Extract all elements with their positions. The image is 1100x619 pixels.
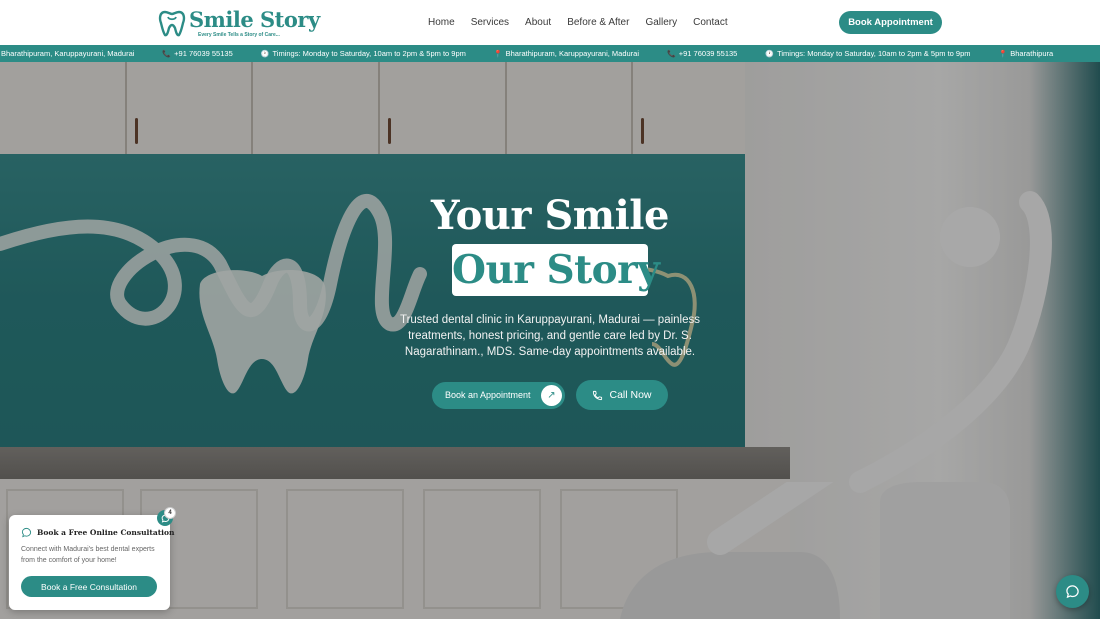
nav-gallery[interactable]: Gallery [645, 17, 677, 28]
popup-title: Book a Free Online Consultation [21, 527, 174, 538]
info-ticker: Bharathipuram, Karuppayurani, Madurai 📞 … [0, 45, 1100, 62]
book-an-appointment-button[interactable]: Book an Appointment ↗ [432, 382, 565, 409]
call-now-label: Call Now [609, 389, 652, 401]
ticker-text: +91 76039 55135 [678, 49, 738, 58]
consultation-popup: Book a Free Online Consultation Connect … [9, 515, 174, 610]
map-pin-icon: 📍 [493, 50, 503, 58]
phone-icon: 📞 [667, 50, 676, 58]
ticker-item-address: Bharathipuram, Karuppayurani, Madurai [1, 49, 134, 58]
phone-icon: 📞 [162, 50, 172, 58]
ticker-item-timings: 🕐 Timings: Monday to Saturday, 10am to 2… [765, 49, 970, 58]
hero-title-line2: Our Story [452, 247, 660, 293]
free-consultation-button[interactable]: Book a Free Consultation [21, 576, 157, 597]
ticker-item-address: 📍 Bharathipuram, Karuppayurani, Madurai [494, 49, 639, 58]
arrow-up-right-icon: ↗ [541, 385, 562, 406]
map-pin-icon: 📍 [998, 50, 1008, 58]
popup-title-text: Book a Free Online Consultation [37, 528, 175, 537]
ticker-text: Bharathipuram, Karuppayurani, Madurai [505, 49, 640, 58]
ticker-text: Timings: Monday to Saturday, 10am to 2pm… [777, 49, 971, 58]
hero-title-highlight: Our Story [452, 244, 660, 296]
hero-subtitle: Trusted dental clinic in Karuppayurani, … [399, 314, 700, 358]
main-nav: Home Services About Before & After Galle… [428, 0, 728, 45]
tooth-logo-icon [158, 10, 186, 37]
book-an-appointment-label: Book an Appointment [445, 390, 531, 400]
ticker-item-address: 📍 Bharathipura [999, 49, 1054, 58]
phone-icon [593, 390, 603, 400]
ticker-text: Bharathipuram, Karuppayurani, Madurai [1, 49, 135, 58]
nav-services[interactable]: Services [471, 17, 509, 28]
ticker-track: Bharathipuram, Karuppayurani, Madurai 📞 … [0, 45, 1081, 62]
book-appointment-button[interactable]: Book Appointment [839, 11, 942, 34]
notification-badge: 4 [164, 507, 176, 519]
logo[interactable]: Smile Story Every Smile Tells a Story of… [157, 6, 320, 40]
clock-icon: 🕐 [765, 50, 775, 58]
nav-before-after[interactable]: Before & After [567, 17, 629, 28]
ticker-text: Timings: Monday to Saturday, 10am to 2pm… [272, 49, 466, 58]
popup-description: Connect with Madurai's best dental exper… [21, 546, 155, 564]
nav-about[interactable]: About [525, 17, 551, 28]
call-now-button[interactable]: Call Now [576, 380, 668, 410]
hero-title-line1: Your Smile [431, 192, 669, 239]
chat-fab-button[interactable] [1056, 575, 1089, 608]
ticker-item-phone: 📞 +91 76039 55135 [162, 49, 232, 58]
clock-icon: 🕐 [260, 50, 270, 58]
ticker-text: +91 76039 55135 [174, 49, 233, 58]
brand-tagline: Every Smile Tells a Story of Care... [198, 32, 280, 38]
nav-home[interactable]: Home [428, 17, 455, 28]
brand-name: Smile Story [189, 7, 320, 32]
site-header: Smile Story Every Smile Tells a Story of… [0, 0, 1100, 45]
ticker-item-timings: 🕐 Timings: Monday to Saturday, 10am to 2… [261, 49, 466, 58]
nav-contact[interactable]: Contact [693, 17, 727, 28]
ticker-text: Bharathipura [1010, 49, 1054, 58]
chat-icon [1066, 585, 1079, 599]
chat-bubble-icon [21, 527, 32, 538]
ticker-item-phone: 📞 +91 76039 55135 [667, 49, 737, 58]
